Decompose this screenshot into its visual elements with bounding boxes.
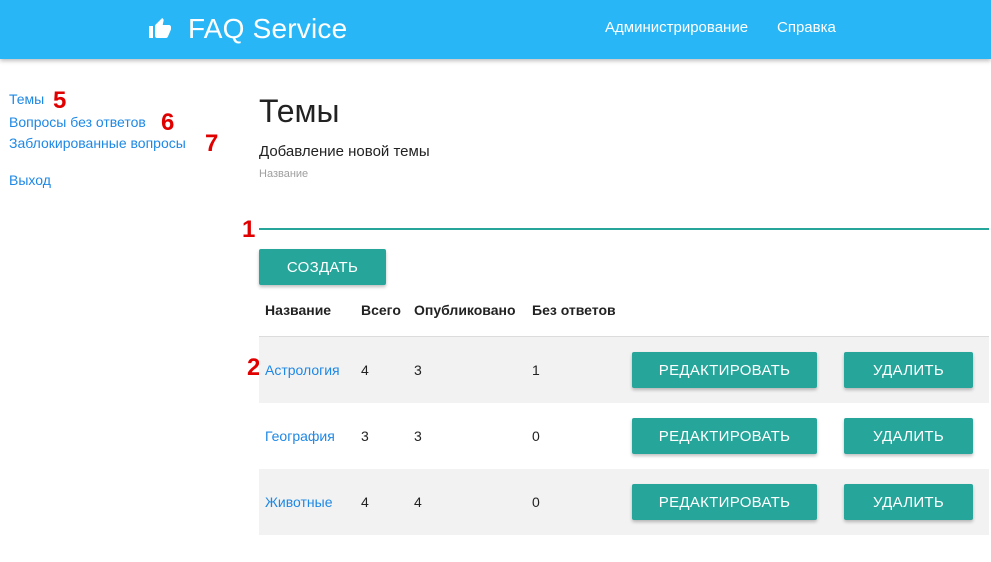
marker-7: 7: [205, 130, 219, 157]
table-row: Животные 4 4 0 РЕДАКТИРОВАТЬ УДАЛИТЬ: [259, 469, 989, 535]
published-count: 3: [414, 428, 422, 444]
column-header-unanswered: Без ответов: [532, 302, 616, 318]
delete-button[interactable]: УДАЛИТЬ: [844, 418, 973, 454]
total-count: 4: [361, 362, 369, 378]
sidebar-item-logout[interactable]: Выход: [9, 172, 51, 188]
unanswered-count: 1: [532, 362, 540, 378]
sidebar-item-unanswered[interactable]: Вопросы без ответов: [9, 114, 146, 130]
topic-link[interactable]: География: [265, 428, 335, 444]
table-row: География 3 3 0 РЕДАКТИРОВАТЬ УДАЛИТЬ: [259, 403, 989, 469]
marker-6: 6: [161, 109, 175, 136]
marker-5: 5: [53, 87, 67, 114]
topic-link[interactable]: Животные: [265, 494, 333, 510]
topic-name-input[interactable]: [259, 206, 989, 230]
name-field-label: Название: [259, 168, 309, 180]
delete-button[interactable]: УДАЛИТЬ: [844, 352, 973, 388]
delete-button[interactable]: УДАЛИТЬ: [844, 484, 973, 520]
edit-button[interactable]: РЕДАКТИРОВАТЬ: [632, 418, 817, 454]
brand[interactable]: FAQ Service: [148, 12, 347, 46]
form-subtitle: Добавление новой темы: [259, 143, 430, 160]
nav-admin-link[interactable]: Администрирование: [605, 19, 748, 36]
total-count: 3: [361, 428, 369, 444]
column-header-name: Название: [265, 302, 332, 318]
sidebar-item-blocked[interactable]: Заблокированные вопросы: [9, 135, 186, 151]
table-row: Астрология 4 3 1 РЕДАКТИРОВАТЬ УДАЛИТЬ: [259, 337, 989, 403]
sidebar-item-topics[interactable]: Темы: [9, 91, 44, 107]
page-title: Темы: [259, 93, 340, 129]
topic-link[interactable]: Астрология: [265, 362, 340, 378]
app-header: FAQ Service Администрирование Справка: [0, 0, 991, 59]
marker-1: 1: [242, 216, 256, 243]
total-count: 4: [361, 494, 369, 510]
published-count: 3: [414, 362, 422, 378]
unanswered-count: 0: [532, 494, 540, 510]
published-count: 4: [414, 494, 422, 510]
column-header-published: Опубликовано: [414, 302, 516, 318]
app-title: FAQ Service: [188, 13, 348, 44]
create-button[interactable]: СОЗДАТЬ: [259, 249, 386, 285]
edit-button[interactable]: РЕДАКТИРОВАТЬ: [632, 352, 817, 388]
thumbs-up-icon: [148, 17, 172, 41]
edit-button[interactable]: РЕДАКТИРОВАТЬ: [632, 484, 817, 520]
column-header-total: Всего: [361, 302, 401, 318]
nav-help-link[interactable]: Справка: [777, 19, 836, 36]
unanswered-count: 0: [532, 428, 540, 444]
